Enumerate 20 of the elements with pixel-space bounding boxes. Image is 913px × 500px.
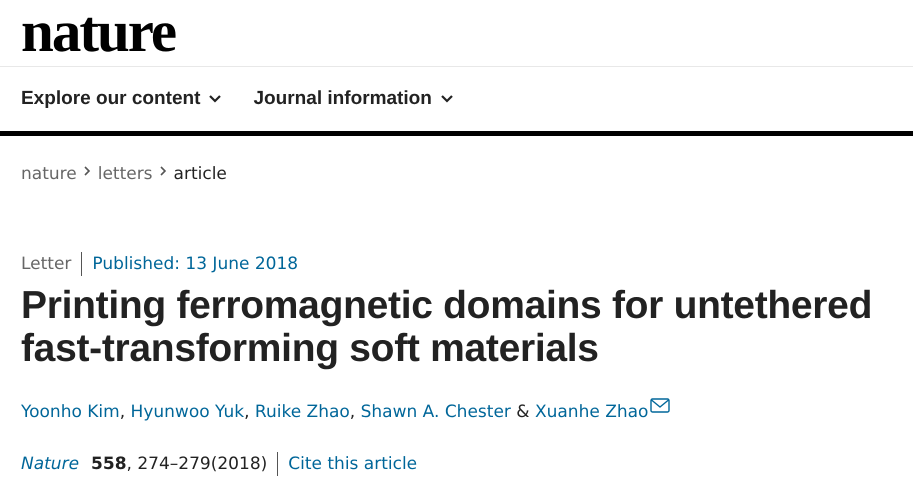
author-link[interactable]: Yoonho Kim bbox=[21, 402, 120, 422]
cite-link[interactable]: Cite this article bbox=[288, 454, 418, 474]
citation-details: 558, 274–279(2018) bbox=[91, 454, 268, 474]
nav-menu-button[interactable]: Journal information bbox=[253, 88, 453, 110]
chevron-right-icon bbox=[84, 166, 91, 176]
journal-name[interactable]: Nature bbox=[21, 454, 80, 474]
author-link[interactable]: Hyunwoo Yuk bbox=[130, 402, 244, 422]
author-link[interactable]: Ruike Zhao bbox=[254, 402, 350, 422]
site-logo[interactable]: nature bbox=[21, 0, 176, 62]
breadcrumb-link[interactable]: letters bbox=[98, 164, 153, 184]
author-link[interactable]: Shawn A. Chester bbox=[360, 402, 511, 422]
breadcrumb-link[interactable]: nature bbox=[21, 164, 77, 184]
chevron-right-icon bbox=[160, 166, 167, 176]
author-list: Yoonho Kim, Hyunwoo Yuk, Ruike Zhao, Shawn A. Chester & Xuanhe Zhao bbox=[0, 370, 913, 422]
publish-date: Published: 13 June 2018 bbox=[92, 254, 298, 274]
article-type: Letter bbox=[21, 254, 72, 274]
article-title: Printing ferromagnetic domains for untethered fast-transforming soft materials bbox=[21, 284, 874, 370]
nav-menu-button[interactable]: Explore our content bbox=[21, 88, 222, 110]
author-link[interactable]: Xuanhe Zhao bbox=[534, 402, 648, 422]
envelope-icon[interactable] bbox=[650, 398, 670, 413]
